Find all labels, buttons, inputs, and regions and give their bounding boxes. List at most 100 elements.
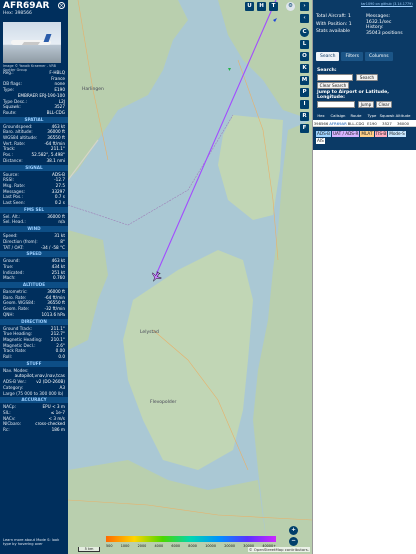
section-header[interactable]: SPATIAL: [0, 116, 68, 123]
info-row: Distance: 38.1 nmi: [0, 158, 68, 164]
zoom-in-button[interactable]: +: [289, 526, 298, 535]
aircraft-photo[interactable]: [3, 22, 61, 63]
total-aircraft: Total Aircraft: 1: [316, 14, 352, 20]
close-icon[interactable]: ×: [58, 2, 65, 9]
map-toggle-f-button[interactable]: F: [300, 124, 309, 133]
info-row-label: Route:: [3, 109, 17, 115]
info-row-label: Last Seen:: [3, 200, 25, 206]
table-cell: E190: [367, 121, 377, 126]
info-row-value: 0.2 s: [54, 200, 65, 206]
tab-filters[interactable]: Filters: [341, 52, 363, 61]
info-row: Sel. Head.: n/a: [0, 219, 68, 225]
info-row-value: 186 m: [51, 427, 65, 432]
map-toggle-i-button[interactable]: I: [300, 100, 309, 109]
info-row-label: Distance:: [3, 157, 23, 163]
stats-available-link[interactable]: Stats available: [316, 29, 352, 35]
info-row-value: 38.1 nmi: [46, 157, 65, 163]
right-sidebar: tar1090 on github (3.14.1779) Total Airc…: [312, 0, 416, 554]
section-header[interactable]: FMS SEL: [0, 206, 68, 213]
search-panel: Search: Search Clear Search Jump to Airp…: [316, 64, 414, 110]
info-row-group: Nav. Modes: autopilot,vnav,lnav,tcas ADS-B…: [0, 368, 68, 397]
section-header[interactable]: SIGNAL: [0, 164, 68, 171]
toggle-u-button[interactable]: U: [245, 2, 254, 11]
aircraft-table: Hex Callsign Route Type Squawk Altitude 39856…: [313, 112, 416, 127]
info-row-label: Mach:: [3, 275, 16, 281]
info-row-group: Ground: 463 kt True: 434 kt Indicated: 251 kt…: [0, 258, 68, 281]
clear-search-button[interactable]: Clear Search: [317, 82, 349, 89]
jump-input[interactable]: [317, 101, 355, 108]
info-row-label: Type:: [3, 87, 15, 93]
tab-columns[interactable]: Columns: [364, 52, 393, 61]
table-header: Hex Callsign Route Type Squawk Altitude: [313, 112, 416, 120]
info-row: Roll: 0.0: [0, 354, 68, 360]
table-row[interactable]: 398566 AFR69AR BLL-CDG E190 3527 36000: [313, 120, 416, 127]
legend-chip[interactable]: MLAT: [360, 131, 374, 137]
section-header[interactable]: STUFF: [0, 360, 68, 367]
map-toggle-c-button[interactable]: C: [300, 28, 309, 37]
hex-line: Hex: 398566: [3, 11, 65, 17]
legend-chip[interactable]: UAT / ADS-R: [331, 131, 360, 137]
info-row: TAT / OAT: -34 / -58 °C: [0, 245, 68, 251]
sidebar-top: tar1090 on github (3.14.1779) Total Airc…: [313, 0, 416, 150]
column-header[interactable]: Altitude: [395, 112, 411, 120]
info-row-value: BLL-CDG: [46, 109, 65, 115]
legend-chip[interactable]: AIS: [316, 138, 325, 144]
column-header[interactable]: Squawk: [379, 112, 395, 120]
search-button[interactable]: Search: [356, 74, 378, 81]
settings-gear-icon[interactable]: ⚙: [286, 2, 295, 11]
map-toggle-m-button[interactable]: M: [300, 76, 309, 85]
map-toggle-p-button[interactable]: P: [300, 88, 309, 97]
search-input[interactable]: [317, 74, 353, 81]
column-header[interactable]: Route: [347, 112, 365, 120]
legend-chip[interactable]: TIS-B: [374, 131, 388, 137]
map-toggle-o-button[interactable]: O: [300, 52, 309, 61]
info-row-label: TAT / OAT:: [3, 244, 24, 250]
map-canvas[interactable]: Harlingen Lelystad Flevopolder: [68, 0, 312, 554]
info-row: Mach: 0.760: [0, 275, 68, 281]
info-row-label: Reg.:: [3, 70, 14, 75]
table-cell: 398566: [313, 121, 329, 126]
map-view[interactable]: Harlingen Lelystad Flevopolder U H T ⚙ ›…: [68, 0, 312, 554]
search-label: Search:: [317, 68, 337, 73]
info-row-group: Source: ADS-B RSSI: -12.7 Msg. Rate: 27.5 Mess…: [0, 172, 68, 206]
info-row: Route: BLL-CDG: [0, 110, 68, 116]
column-header[interactable]: Type: [365, 112, 379, 120]
section-header[interactable]: SPEED: [0, 251, 68, 258]
zoom-out-button[interactable]: −: [289, 537, 298, 546]
legend-chip[interactable]: ADS-B: [316, 131, 331, 137]
section-header[interactable]: ALTITUDE: [0, 282, 68, 288]
source-legend: ADS-B UAT / ADS-R MLAT TIS-B Mode-S AIS: [313, 130, 416, 150]
legend-chip[interactable]: Mode-S: [388, 131, 406, 137]
sidebar-toggle-icon[interactable]: ›: [300, 2, 309, 11]
map-toggle-r-button[interactable]: R: [300, 112, 309, 121]
scale-bar: 5 km: [78, 547, 100, 552]
info-row-group: Sel. Alt.: 36000 ft Sel. Head.: n/a: [0, 214, 68, 225]
column-header[interactable]: Callsign: [329, 112, 347, 120]
column-header[interactable]: Hex: [313, 112, 329, 120]
section-header[interactable]: DIRECTION: [0, 318, 68, 325]
toggle-t-button[interactable]: T: [269, 2, 278, 11]
altitude-tick: 4000: [154, 544, 164, 548]
info-row-label: Roll:: [3, 354, 13, 360]
clear-button[interactable]: Clear: [376, 101, 392, 108]
map-toggle-l-button[interactable]: L: [300, 40, 309, 49]
map-attribution[interactable]: © OpenStreetMap contributors.: [247, 547, 310, 552]
altitude-tick: 20000: [224, 544, 236, 548]
info-footer: Learn more about Mode S: look type by ho…: [3, 538, 60, 547]
toggle-h-button[interactable]: H: [257, 2, 266, 11]
jump-button[interactable]: Jump: [358, 101, 374, 108]
info-row-label: QNH:: [3, 311, 14, 317]
jump-label: Jump to Airport or Latitude, Longitude:: [317, 90, 389, 100]
section-header[interactable]: ACCURACY: [0, 397, 68, 404]
map-toggle-k-button[interactable]: K: [300, 64, 309, 73]
altitude-tick: 2000: [137, 544, 147, 548]
info-row: QNH: 1013.6 hPa: [0, 312, 68, 318]
table-cell: AFR69AR: [329, 121, 347, 126]
section-header[interactable]: WIND: [0, 226, 68, 233]
collapse-chevron-icon[interactable]: ‹: [300, 14, 309, 23]
tab-search[interactable]: Search: [316, 52, 340, 61]
github-link[interactable]: tar1090 on github (3.14.1779): [361, 2, 413, 6]
position-value: 1: [348, 21, 352, 27]
info-row: Large (75 000 to 300 000 lb): [0, 391, 68, 397]
info-row-group: NACp: EPU < 3 m SIL: ≤ 1e-7 NACv: < 3 m/s NICb…: [0, 404, 68, 433]
